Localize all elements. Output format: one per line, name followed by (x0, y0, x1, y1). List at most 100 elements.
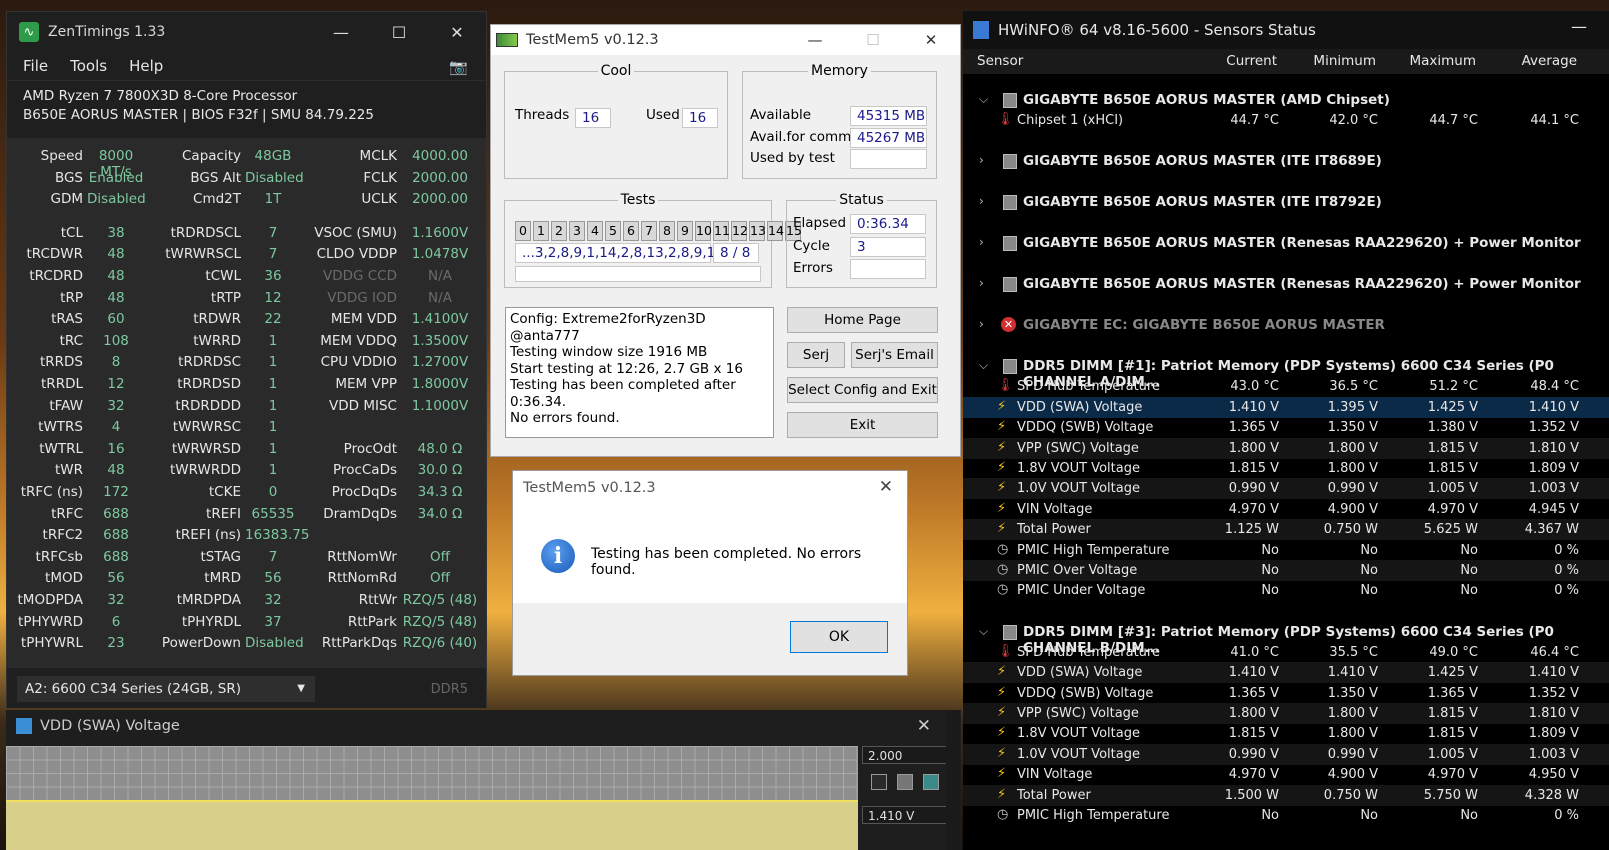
testmem5-titlebar[interactable]: TestMem5 v0.12.3 — ☐ ✕ (491, 25, 960, 55)
graph-close-button[interactable]: ✕ (917, 716, 931, 736)
sensor-row[interactable]: ⚡ 1.0V VOUT Voltage 0.990 V 0.990 V 1.005 V 1… (963, 478, 1609, 500)
sensor-group[interactable]: › GIGABYTE B650E AORUS MASTER (ITE IT8689… (963, 150, 1609, 172)
col-current[interactable]: Current (1226, 53, 1277, 69)
sensor-row[interactable]: ⚡ VPP (SWC) Voltage 1.800 V 1.800 V 1.815 V 1… (963, 703, 1609, 724)
hwinfo-titlebar[interactable]: HWiNFO® 64 v8.16-5600 - Sensors Status — (963, 11, 1609, 49)
graph-bg-color-swatch[interactable] (871, 774, 887, 790)
chevron-right-icon[interactable]: › (979, 276, 984, 290)
tm-close-button[interactable]: ✕ (902, 25, 960, 55)
minimize-button[interactable]: — (312, 12, 370, 52)
sensor-row[interactable]: ⚡ 1.8V VOUT Voltage 1.815 V 1.800 V 1.815 V 1… (963, 723, 1609, 744)
col-sensor[interactable]: Sensor (977, 53, 1023, 69)
zentimings-titlebar[interactable]: ∿ ZenTimings 1.33 — ☐ ✕ (7, 12, 486, 52)
sensor-row[interactable]: 🌡 Chipset 1 (xHCI) 44.7 °C 42.0 °C 44.7 °C 44… (963, 110, 1609, 131)
test-cell: 2 (551, 221, 567, 241)
memory-module-select[interactable]: A2: 6600 C34 Series (24GB, SR) ▼ (17, 676, 315, 702)
sensor-group-name: GIGABYTE B650E AORUS MASTER (Renesas RAA… (1023, 235, 1581, 252)
select-config-exit-button[interactable]: Select Config and Exit (787, 377, 938, 403)
timing-value: N/A (428, 289, 452, 306)
graph-grid-color-swatch[interactable] (897, 774, 913, 790)
chevron-right-icon[interactable]: › (979, 194, 984, 208)
timing-label: tRCDRD (29, 268, 83, 284)
sensor-row[interactable]: ⚡ VPP (SWC) Voltage 1.800 V 1.800 V 1.815 V 1… (963, 437, 1609, 459)
sensor-group[interactable]: ⌵ GIGABYTE B650E AORUS MASTER (AMD Chipse… (963, 89, 1609, 111)
maximize-button[interactable]: ☐ (370, 12, 428, 52)
home-page-button[interactable]: Home Page (787, 307, 938, 333)
chevron-right-icon[interactable]: › (979, 235, 984, 249)
dialog-titlebar[interactable]: TestMem5 v0.12.3 ✕ (513, 471, 907, 505)
timing-label: tRDRDSC (178, 354, 241, 371)
sensor-group[interactable]: ⌵ DDR5 DIMM [#3]: Patriot Memory (PDP Sys… (963, 621, 1609, 656)
sensor-average: 46.4 °C (1530, 644, 1579, 660)
sensor-row[interactable]: ⚡ VIN Voltage 4.970 V 4.900 V 4.970 V 4.945 V (963, 499, 1609, 520)
timing-value: 1 (268, 462, 278, 479)
sensor-current: 41.0 °C (1230, 644, 1279, 660)
sensor-minimum: 1.350 V (1327, 685, 1378, 701)
sensor-average: 4.367 W (1524, 522, 1579, 538)
timing-value: Enabled (88, 169, 144, 186)
sensor-group[interactable]: › ✕ GIGABYTE EC: GIGABYTE B650E AORUS MAST… (963, 314, 1609, 336)
timing-value: 1T (264, 191, 282, 208)
exit-button[interactable]: Exit (787, 412, 938, 438)
thermometer-icon: 🌡 (997, 643, 1014, 659)
sensor-row[interactable]: ◷ PMIC High Temperature No No No 0 % (963, 805, 1609, 826)
menu-help[interactable]: Help (129, 57, 163, 75)
graph-max-value[interactable]: 2.000 (862, 746, 950, 764)
sensor-row[interactable]: ◷ PMIC High Temperature No No No 0 % (963, 540, 1609, 561)
sensor-row[interactable]: ⚡ VDDQ (SWB) Voltage 1.365 V 1.350 V 1.365 V… (963, 683, 1609, 704)
close-button[interactable]: ✕ (428, 12, 486, 52)
sensor-row[interactable]: 🌡 SPD Hub Temperature 43.0 °C 36.5 °C 51.2 °… (963, 376, 1609, 397)
sensor-average: 0 % (1554, 542, 1579, 558)
lightning-icon: ⚡ (997, 786, 1007, 802)
sensor-current: 1.500 W (1224, 787, 1279, 803)
tm-minimize-button[interactable]: — (786, 25, 844, 55)
cool-heading: Cool (597, 63, 635, 79)
graph-scrollbar[interactable] (946, 710, 960, 850)
sensor-row[interactable]: ⚡ Total Power 1.125 W 0.750 W 5.625 W 4.367 W (963, 519, 1609, 541)
sensor-row[interactable]: ⚡ VDDQ (SWB) Voltage 1.365 V 1.350 V 1.380 V… (963, 417, 1609, 438)
col-maximum[interactable]: Maximum (1409, 53, 1476, 69)
sensor-maximum: No (1460, 563, 1478, 578)
timing-label: BGS (54, 169, 83, 186)
lightning-icon: ⚡ (997, 500, 1007, 516)
chevron-down-icon[interactable]: ⌵ (979, 624, 988, 639)
sensor-group[interactable]: › GIGABYTE B650E AORUS MASTER (Renesas RA… (963, 273, 1609, 295)
timing-label: ProcCaDs (333, 462, 397, 479)
serj-email-button[interactable]: Serj's Email (851, 342, 938, 368)
sensor-row[interactable]: 🌡 SPD Hub Temperature 41.0 °C 35.5 °C 49.0 °… (963, 642, 1609, 663)
testmem5-window: TestMem5 v0.12.3 — ☐ ✕ Cool Threads 16 U… (490, 24, 961, 457)
timing-value: 48GB (254, 148, 292, 164)
timing-label: tRDRDDD (175, 397, 241, 414)
sensor-row[interactable]: ⚡ VDD (SWA) Voltage 1.410 V 1.395 V 1.425 V 1… (963, 396, 1609, 418)
sensor-row[interactable]: ⚡ Total Power 1.500 W 0.750 W 5.750 W 4.328 W (963, 784, 1609, 806)
sensor-current: No (1261, 542, 1279, 558)
chevron-down-icon[interactable]: ⌵ (979, 358, 988, 373)
col-minimum[interactable]: Minimum (1313, 53, 1376, 69)
col-average[interactable]: Average (1522, 53, 1577, 69)
sensor-group[interactable]: › GIGABYTE B650E AORUS MASTER (Renesas RA… (963, 232, 1609, 254)
sensor-row[interactable]: ◷ PMIC Over Voltage No No No 0 % (963, 560, 1609, 581)
timing-row: tRCDWR 48 tWRWRSCL 7 CLDO VDDP 1.0478V (7, 244, 486, 266)
screenshot-camera-icon[interactable]: 📷 (449, 58, 468, 76)
sensor-row[interactable]: ⚡ VDD (SWA) Voltage 1.410 V 1.410 V 1.425 V 1… (963, 662, 1609, 684)
chevron-right-icon[interactable]: › (979, 153, 984, 167)
sensor-row[interactable]: ⚡ VIN Voltage 4.970 V 4.900 V 4.970 V 4.950 V (963, 764, 1609, 785)
graph-titlebar[interactable]: VDD (SWA) Voltage ✕ (6, 710, 961, 742)
sensor-row[interactable]: ◷ PMIC Under Voltage No No No 0 % (963, 580, 1609, 601)
sensor-row[interactable]: ⚡ 1.8V VOUT Voltage 1.815 V 1.800 V 1.815 V 1… (963, 458, 1609, 479)
menu-tools[interactable]: Tools (70, 57, 107, 75)
test-log[interactable]: Config: Extreme2forRyzen3D @anta777 Test… (505, 307, 774, 438)
sensor-group[interactable]: › GIGABYTE B650E AORUS MASTER (ITE IT8792… (963, 191, 1609, 213)
ok-button[interactable]: OK (790, 621, 888, 653)
sensor-group[interactable]: ⌵ DDR5 DIMM [#1]: Patriot Memory (PDP Sys… (963, 355, 1609, 390)
chevron-down-icon[interactable]: ⌵ (979, 92, 988, 107)
chevron-right-icon[interactable]: › (979, 317, 984, 331)
graph-line-color-swatch[interactable] (923, 774, 939, 790)
timing-label: tRC (59, 332, 83, 349)
sensor-row[interactable]: ⚡ 1.0V VOUT Voltage 0.990 V 0.990 V 1.005 V 1… (963, 743, 1609, 765)
hwinfo-minimize-button[interactable]: — (1571, 17, 1587, 36)
dialog-close-button[interactable]: ✕ (879, 477, 893, 497)
serj-button[interactable]: Serj (787, 342, 845, 368)
timing-label: DramDqDs (323, 505, 397, 522)
menu-file[interactable]: File (23, 57, 48, 75)
